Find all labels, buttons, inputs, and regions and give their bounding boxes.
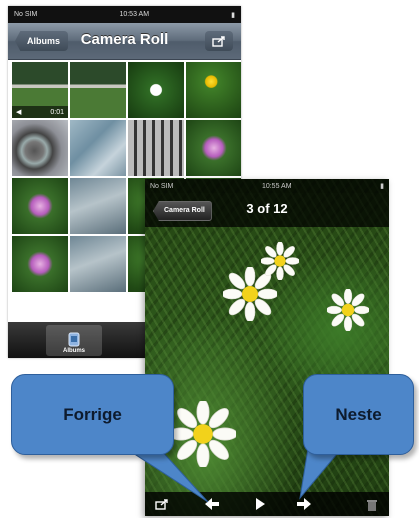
photo-thumbnail[interactable]: [12, 236, 68, 292]
next-callout: Neste: [303, 374, 414, 455]
photo-thumbnail[interactable]: ◀ 0:01: [12, 62, 68, 118]
delete-button[interactable]: [363, 497, 381, 511]
photo-thumbnail[interactable]: [70, 236, 126, 292]
nav-bar: Camera Roll 3 of 12: [145, 193, 389, 227]
video-duration: 0:01: [50, 108, 64, 116]
photo-thumbnail[interactable]: [186, 120, 241, 176]
nav-bar: Albums Camera Roll: [8, 23, 241, 60]
photo-thumbnail[interactable]: [186, 62, 241, 118]
status-time: 10:55 AM: [261, 182, 292, 190]
battery-icon: ▮: [380, 183, 384, 190]
photo-thumbnail[interactable]: [12, 178, 68, 234]
photo-thumbnail[interactable]: [128, 120, 184, 176]
daisy-flower: [261, 242, 299, 280]
photo-thumbnail[interactable]: [128, 62, 184, 118]
carrier-label: No SIM: [150, 182, 174, 190]
photo-thumbnail[interactable]: [12, 120, 68, 176]
video-camera-icon: ◀: [16, 109, 22, 116]
share-icon: [212, 35, 225, 47]
photo-thumbnail[interactable]: [70, 120, 126, 176]
video-info-bar: ◀ 0:01: [12, 106, 68, 118]
albums-icon: [68, 332, 80, 347]
tab-albums[interactable]: Albums: [46, 325, 102, 356]
daisy-flower: [327, 289, 369, 331]
previous-callout-label: Forrige: [63, 404, 122, 424]
play-slideshow-button[interactable]: [251, 497, 269, 511]
share-button[interactable]: [205, 31, 233, 51]
photo-counter: 3 of 12: [246, 201, 288, 216]
carrier-label: No SIM: [14, 11, 38, 18]
battery-icon: ▮: [231, 11, 235, 19]
status-bar: No SIM 10:53 AM ▮: [8, 6, 241, 23]
status-time: 10:53 AM: [119, 11, 150, 18]
play-icon: [256, 498, 265, 510]
trash-icon: [367, 499, 377, 511]
next-callout-label: Neste: [335, 404, 382, 424]
previous-callout: Forrige: [11, 374, 174, 455]
photo-thumbnail[interactable]: [70, 178, 126, 234]
tab-label: Albums: [62, 348, 85, 354]
status-bar: No SIM 10:55 AM ▮: [145, 179, 389, 193]
photo-thumbnail[interactable]: [70, 62, 126, 118]
